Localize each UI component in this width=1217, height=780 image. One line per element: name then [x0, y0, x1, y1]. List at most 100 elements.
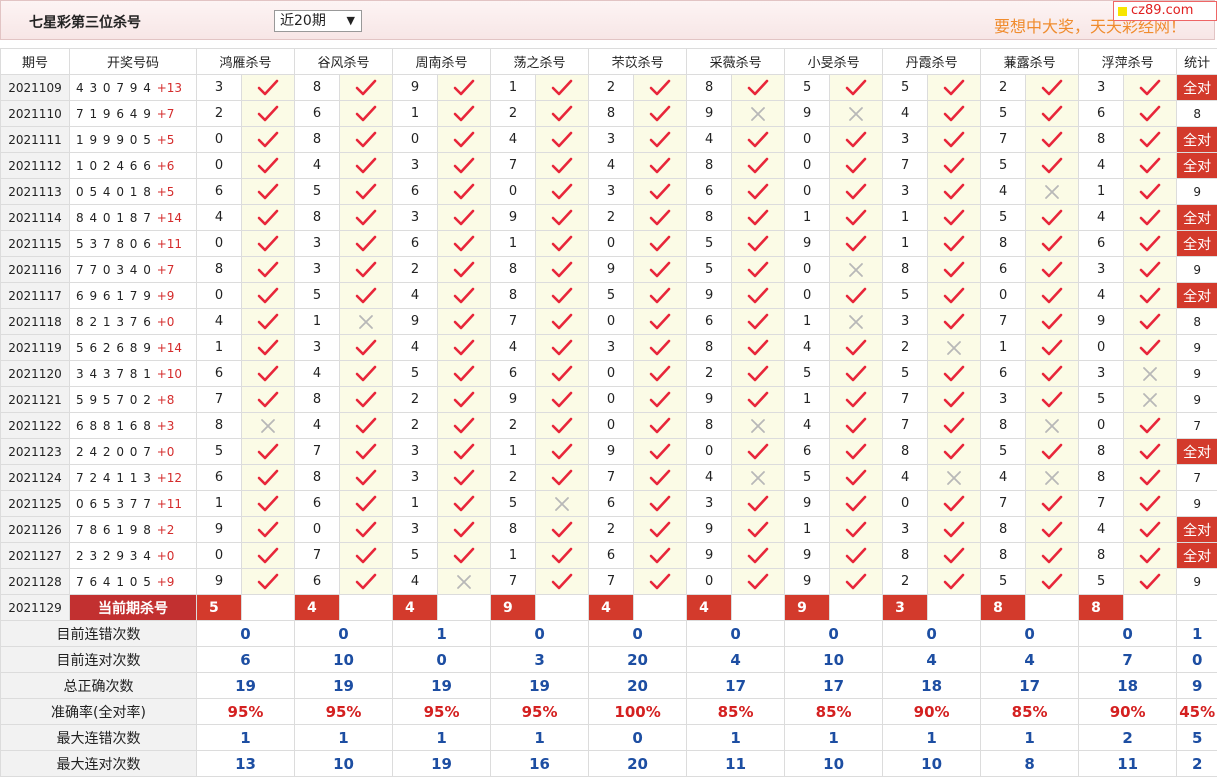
kill-number-cell: 2	[588, 74, 635, 101]
draw-number-cell: 8 4 0 1 8 7 +14	[69, 204, 197, 231]
check-icon	[845, 521, 867, 537]
kill-number-cell: 8	[882, 542, 929, 569]
draw-digits: 2 3 2 9 3 4	[76, 548, 157, 563]
cross-icon	[1045, 184, 1060, 199]
kill-number-cell: 8	[686, 152, 733, 179]
kill-number-cell: 1	[980, 334, 1027, 361]
result-mark-cell	[1123, 438, 1178, 465]
kill-number-cell: 0	[588, 360, 635, 387]
check-icon	[1139, 443, 1161, 459]
check-icon	[453, 235, 475, 251]
result-mark-cell	[240, 74, 296, 101]
check-icon	[1041, 573, 1063, 589]
check-icon	[747, 261, 769, 277]
result-mark-cell	[927, 464, 982, 491]
summary-stat-value: 2	[1176, 750, 1217, 777]
kill-number-cell: 3	[588, 126, 635, 153]
cross-icon	[849, 314, 863, 329]
result-mark-cell	[731, 568, 786, 595]
summary-row: 目前连错次数 0 0 1 0 0 0 0 0 0 0 1	[0, 620, 1217, 647]
check-icon	[257, 469, 279, 485]
summary-value: 0	[490, 620, 590, 647]
draw-sum: +0	[156, 444, 175, 459]
kill-number-cell: 7	[588, 464, 635, 491]
kill-number-cell: 5	[490, 490, 537, 517]
summary-value: 16	[490, 750, 590, 777]
check-icon	[649, 287, 671, 303]
result-mark-cell	[240, 490, 296, 517]
page-title: 七星彩第三位杀号	[29, 15, 141, 31]
result-mark-cell	[829, 334, 884, 361]
result-mark-cell	[829, 152, 884, 179]
stat-cell: 9	[1176, 178, 1217, 205]
result-mark-cell	[829, 490, 884, 517]
kill-number-cell: 1	[882, 204, 929, 231]
period-cell: 2021121	[0, 386, 70, 413]
check-icon	[355, 131, 377, 147]
draw-number-cell: 7 1 9 6 4 9 +7	[69, 100, 197, 127]
kill-number-cell: 8	[490, 256, 537, 283]
check-icon	[355, 209, 377, 225]
check-icon	[1041, 79, 1063, 95]
check-icon	[355, 521, 377, 537]
summary-value: 0	[588, 724, 688, 751]
empty-cell	[633, 594, 688, 621]
kill-number-cell: 4	[784, 412, 831, 439]
kill-number-cell: 7	[882, 386, 929, 413]
draw-sum: +5	[156, 132, 175, 147]
range-select[interactable]: 近20期 ▼	[274, 10, 362, 32]
result-mark-cell	[1025, 386, 1080, 413]
result-mark-cell	[633, 282, 688, 309]
result-mark-cell	[731, 438, 786, 465]
check-icon	[649, 547, 671, 563]
cross-icon	[555, 496, 569, 511]
kill-number-cell: 1	[196, 490, 242, 517]
check-icon	[845, 547, 867, 563]
check-icon	[257, 313, 279, 329]
kill-number-cell: 8	[686, 204, 733, 231]
draw-digits: 0 6 5 3 7 7	[76, 496, 157, 511]
result-mark-cell	[240, 568, 296, 595]
result-mark-cell	[437, 360, 492, 387]
result-mark-cell	[829, 230, 884, 257]
kill-number-cell: 5	[882, 360, 929, 387]
result-mark-cell	[535, 412, 590, 439]
result-mark-cell	[437, 308, 492, 335]
result-mark-cell	[927, 386, 982, 413]
result-mark-cell	[339, 386, 394, 413]
all-correct-badge: 全对	[1176, 516, 1217, 543]
kill-number-cell: 6	[784, 438, 831, 465]
kill-number-cell: 3	[588, 334, 635, 361]
result-mark-cell	[1123, 74, 1178, 101]
summary-value: 95%	[392, 698, 492, 725]
check-icon	[649, 365, 671, 381]
kill-number-cell: 9	[490, 386, 537, 413]
current-period-row: 2021129 当前期杀号 5 4 4 9 4 4 9 3 8 8	[0, 594, 1217, 621]
brand-logo[interactable]: cz89.com	[1113, 1, 1217, 21]
kill-number-cell: 0	[588, 308, 635, 335]
period-cell: 2021112	[0, 152, 70, 179]
draw-digits: 3 4 3 7 8 1	[76, 366, 157, 381]
result-mark-cell	[535, 100, 590, 127]
kill-number-cell: 1	[392, 490, 439, 517]
result-mark-cell	[339, 412, 394, 439]
kill-number-cell: 0	[784, 126, 831, 153]
summary-stat-value: 0	[1176, 646, 1217, 673]
kill-number-cell: 1	[490, 230, 537, 257]
result-mark-cell	[535, 152, 590, 179]
check-icon	[943, 209, 965, 225]
kill-number-cell: 4	[196, 308, 242, 335]
summary-value: 1	[784, 724, 884, 751]
result-mark-cell	[240, 126, 296, 153]
kill-number-cell: 8	[882, 438, 929, 465]
summary-value: 0	[980, 620, 1080, 647]
draw-sum: +3	[156, 418, 175, 433]
empty-cell	[829, 594, 884, 621]
result-mark-cell	[339, 152, 394, 179]
summary-label: 目前连错次数	[0, 620, 197, 647]
result-mark-cell	[1025, 360, 1080, 387]
result-mark-cell	[633, 490, 688, 517]
check-icon	[551, 235, 573, 251]
kill-number-cell: 1	[784, 204, 831, 231]
cross-icon	[947, 340, 962, 355]
